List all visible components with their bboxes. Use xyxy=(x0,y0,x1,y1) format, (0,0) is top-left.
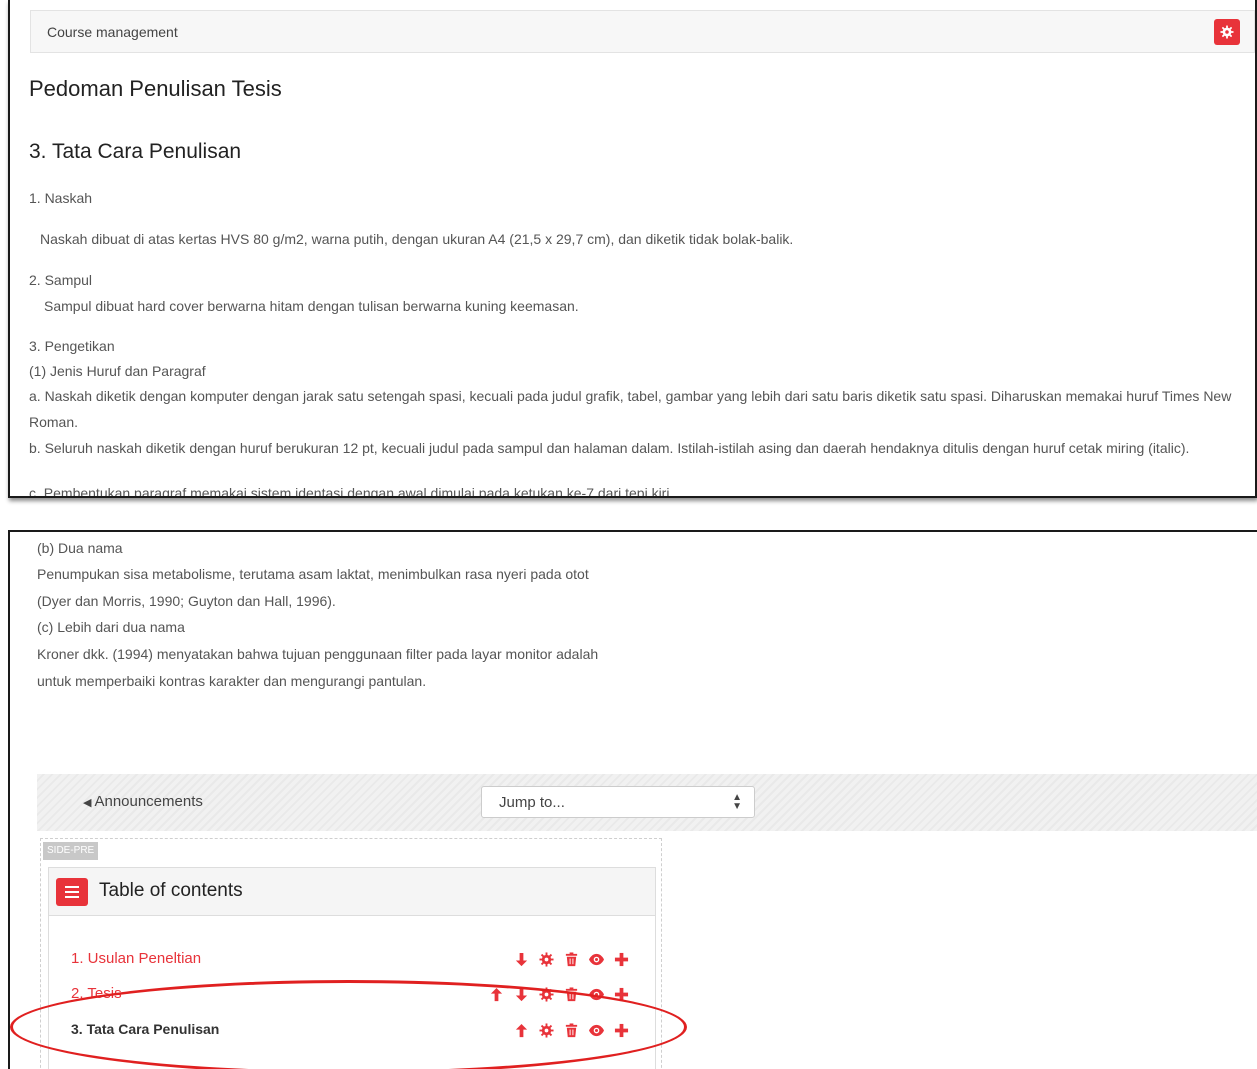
jump-to-value: Jump to... xyxy=(499,794,565,811)
book-view-panel: Course management Pedoman Penulisan Tesi… xyxy=(8,0,1257,498)
book-title: Pedoman Penulisan Tesis xyxy=(29,76,282,101)
prev-activity-label: Announcements xyxy=(94,793,203,810)
trash-icon[interactable] xyxy=(564,951,579,967)
triangle-left-icon: ◀ xyxy=(83,797,92,809)
course-management-bar: Course management xyxy=(30,10,1255,53)
prev-activity-link[interactable]: ◀ Announcements xyxy=(83,793,203,810)
naskah-heading: 1. Naskah xyxy=(29,190,93,206)
course-management-label: Course management xyxy=(47,24,178,40)
arrow-down-icon[interactable] xyxy=(514,952,529,967)
toc-header: Table of contents xyxy=(49,868,655,916)
body-line: Penumpukan sisa metabolisme, terutama as… xyxy=(37,566,589,582)
paragraph-b: b. Seluruh naskah diketik dengan huruf b… xyxy=(29,440,1190,456)
naskah-paragraph: Naskah dibuat di atas kertas HVS 80 g/m2… xyxy=(40,231,794,247)
hamburger-icon xyxy=(65,886,79,898)
highlight-annotation-oval xyxy=(10,980,687,1069)
chapter-title: 3. Tata Cara Penulisan xyxy=(29,140,242,163)
gear-icon[interactable] xyxy=(539,951,554,967)
toc-item-usulan-penelitian[interactable]: 1. Usulan Peneltian xyxy=(71,950,201,967)
jenis-huruf-heading: (1) Jenis Huruf dan Paragraf xyxy=(29,363,206,379)
toc-item-actions xyxy=(514,950,639,968)
toc-menu-button[interactable] xyxy=(56,878,88,906)
body-line: untuk memperbaiki kontras karakter dan m… xyxy=(37,673,427,689)
select-caret-icon: ▲ ▼ xyxy=(732,792,742,812)
gear-icon xyxy=(1220,25,1234,39)
activity-navigation: ◀ Announcements Jump to... ▲ ▼ xyxy=(37,774,1257,831)
sampul-paragraph: Sampul dibuat hard cover berwarna hitam … xyxy=(44,298,579,314)
paragraph-a: a. Naskah diketik dengan komputer dengan… xyxy=(29,388,1232,430)
paragraph-c-cut: c. Pembentukan paragraf memakai sistem i… xyxy=(29,485,674,498)
body-line: (c) Lebih dari dua nama xyxy=(37,619,185,635)
body-line: (b) Dua nama xyxy=(37,540,123,556)
course-settings-button[interactable] xyxy=(1214,19,1240,45)
pengetikan-heading: 3. Pengetikan xyxy=(29,338,115,354)
eye-icon[interactable] xyxy=(589,952,604,967)
region-tag: SIDE-PRE xyxy=(43,842,99,860)
toc-title: Table of contents xyxy=(99,880,243,901)
plus-icon[interactable] xyxy=(614,952,629,967)
jump-to-select[interactable]: Jump to... ▲ ▼ xyxy=(481,786,755,818)
sampul-heading: 2. Sampul xyxy=(29,272,93,288)
body-line: Kroner dkk. (1994) menyatakan bahwa tuju… xyxy=(37,646,599,662)
body-line: (Dyer dan Morris, 1990; Guyton dan Hall,… xyxy=(37,593,336,609)
